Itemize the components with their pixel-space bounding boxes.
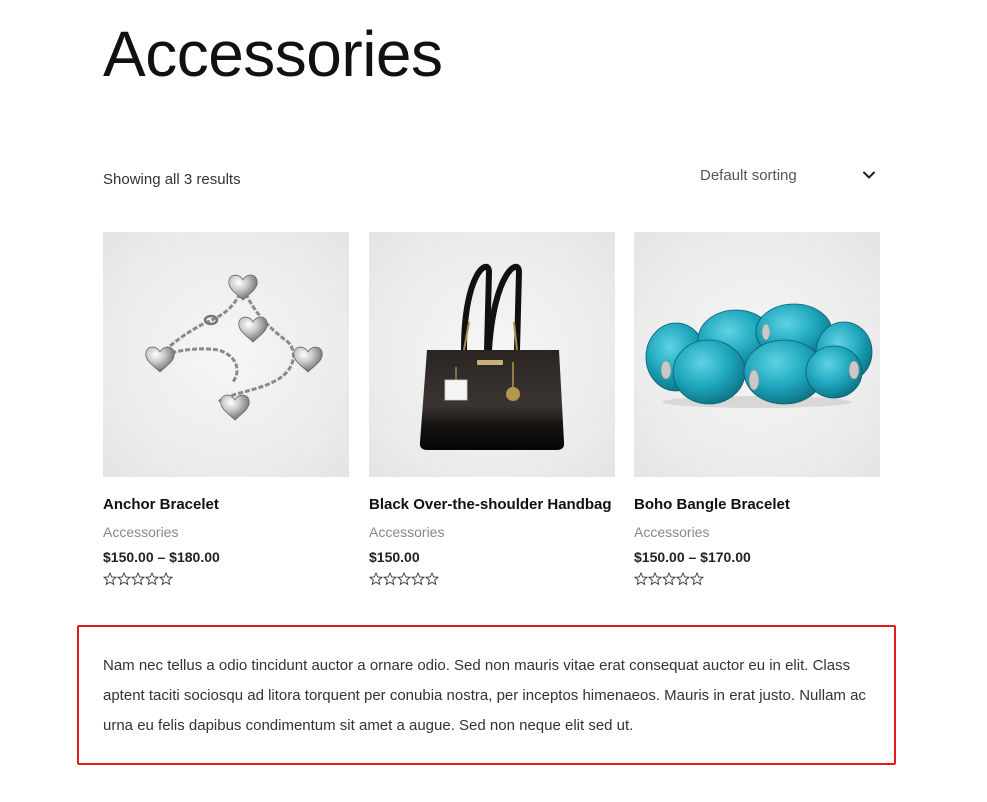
- star-empty-icon: [117, 572, 131, 586]
- product-rating: [369, 572, 439, 586]
- product-card: Boho Bangle Bracelet Accessories $150.00…: [634, 232, 880, 586]
- product-name[interactable]: Black Over-the-shoulder Handbag: [369, 496, 612, 513]
- star-empty-icon: [411, 572, 425, 586]
- handbag-image: [419, 263, 565, 450]
- product-price: $150.00: [369, 549, 420, 565]
- star-empty-icon: [425, 572, 439, 586]
- star-empty-icon: [103, 572, 117, 586]
- star-empty-icon: [648, 572, 662, 586]
- category-description-highlight: Nam nec tellus a odio tincidunt auctor a…: [77, 625, 896, 765]
- star-empty-icon: [690, 572, 704, 586]
- star-empty-icon: [145, 572, 159, 586]
- product-price: $150.00 – $170.00: [634, 549, 751, 565]
- bangle-image: [645, 303, 873, 408]
- star-empty-icon: [397, 572, 411, 586]
- product-rating: [103, 572, 173, 586]
- product-card: Black Over-the-shoulder Handbag Accessor…: [369, 232, 615, 586]
- star-empty-icon: [662, 572, 676, 586]
- star-empty-icon: [383, 572, 397, 586]
- page-title: Accessories: [103, 18, 443, 90]
- product-rating: [634, 572, 704, 586]
- product-image-black-handbag[interactable]: [369, 232, 615, 477]
- product-category: Accessories: [103, 524, 179, 540]
- product-grid: Anchor Bracelet Accessories $150.00 – $1…: [103, 232, 880, 592]
- shop-category-page: Accessories Showing all 3 results Defaul…: [0, 0, 987, 802]
- star-empty-icon: [676, 572, 690, 586]
- product-category: Accessories: [634, 524, 710, 540]
- product-price: $150.00 – $180.00: [103, 549, 220, 565]
- star-empty-icon: [159, 572, 173, 586]
- product-image-boho-bangle[interactable]: [634, 232, 880, 477]
- product-name[interactable]: Boho Bangle Bracelet: [634, 496, 790, 513]
- sorting-select[interactable]: Default sorting: [700, 163, 880, 189]
- star-empty-icon: [369, 572, 383, 586]
- star-empty-icon: [634, 572, 648, 586]
- sorting-selected-label: Default sorting: [700, 167, 797, 184]
- chevron-down-icon: [863, 171, 875, 179]
- product-card: Anchor Bracelet Accessories $150.00 – $1…: [103, 232, 349, 586]
- product-image-anchor-bracelet[interactable]: [103, 232, 349, 477]
- result-count: Showing all 3 results: [103, 171, 241, 188]
- category-description: Nam nec tellus a odio tincidunt auctor a…: [103, 657, 866, 734]
- product-name[interactable]: Anchor Bracelet: [103, 496, 219, 513]
- bracelet-image: [145, 274, 323, 421]
- product-category: Accessories: [369, 524, 445, 540]
- star-empty-icon: [131, 572, 145, 586]
